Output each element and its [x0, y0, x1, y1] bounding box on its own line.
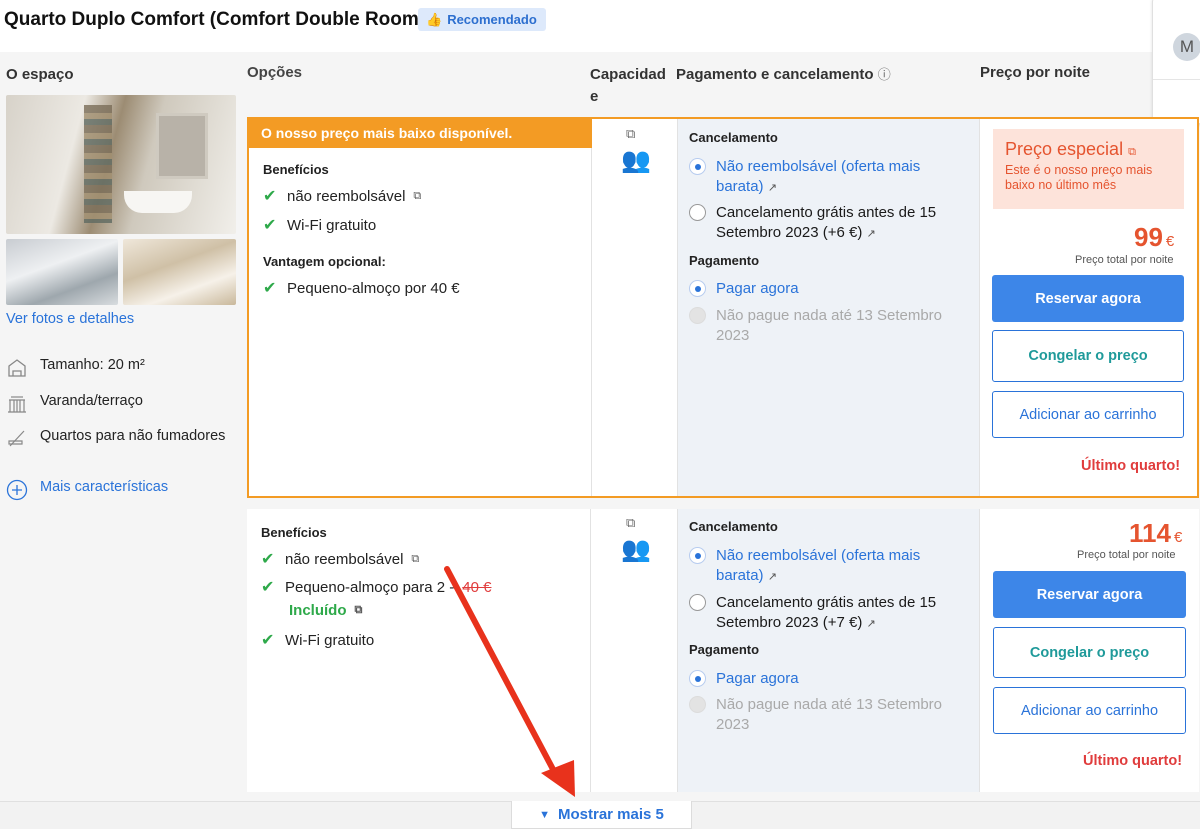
- caret-down-icon: ▼: [539, 808, 550, 821]
- old-price: 40 €: [462, 578, 492, 596]
- room-header: Quarto Duplo Comfort (Comfort Double Roo…: [0, 0, 1200, 52]
- radio-selected[interactable]: [689, 158, 706, 175]
- benefit-item: ✔ Wi-Fi gratuito: [263, 216, 377, 235]
- no-smoking-icon: [6, 427, 28, 449]
- column-header-capacity: Capacidad e: [590, 66, 666, 105]
- room-title: Quarto Duplo Comfort (Comfort Double Roo…: [4, 9, 426, 30]
- check-icon: ✔: [261, 551, 275, 568]
- payment-header: Pagamento: [689, 253, 760, 268]
- add-to-cart-button[interactable]: Adicionar ao carrinho: [992, 391, 1184, 438]
- popup-icon[interactable]: ⧉: [411, 553, 419, 566]
- room-photo-thumb[interactable]: [123, 239, 236, 305]
- room-photo-main[interactable]: [6, 95, 236, 234]
- check-icon: ✔: [261, 632, 275, 649]
- cancel-option-free[interactable]: Cancelamento grátis antes de 15 Setembro…: [689, 203, 969, 244]
- lowest-price-banner: O nosso preço mais baixo disponível.: [249, 119, 592, 148]
- two-persons-icon: 👥: [621, 147, 651, 174]
- optional-item[interactable]: ✔ Pequeno-almoço por 40 €: [263, 278, 460, 298]
- recommended-label: Recomendado: [447, 12, 537, 27]
- column-header-options: Opções: [247, 64, 303, 81]
- size-icon: [6, 357, 28, 379]
- two-persons-icon: 👥: [621, 536, 651, 563]
- benefit-item: ✔ Pequeno-almoço para 2 - 40 €: [261, 578, 492, 597]
- reserve-now-button[interactable]: Reservar agora: [993, 571, 1186, 618]
- radio-disabled: [689, 696, 706, 713]
- recommended-badge: 👍 Recomendado: [418, 8, 546, 31]
- radio-selected[interactable]: [689, 670, 706, 687]
- plus-circle-icon: [6, 479, 28, 501]
- check-icon: ✔: [263, 188, 277, 205]
- check-icon: ✔: [263, 217, 277, 234]
- user-panel: M: [1152, 0, 1200, 124]
- benefits-header: Benefícios: [261, 525, 327, 540]
- column-header-price: Preço por noite: [980, 64, 1091, 81]
- avatar[interactable]: M: [1173, 33, 1200, 61]
- reserve-now-button[interactable]: Reservar agora: [992, 275, 1184, 322]
- price-note: Preço total por noite: [1077, 549, 1176, 561]
- price-value: 114 €: [1129, 518, 1183, 548]
- radio-disabled: [689, 307, 706, 324]
- info-icon[interactable]: ⓘ: [878, 67, 891, 82]
- included-label: Incluído ⧉: [289, 602, 363, 619]
- show-more-button[interactable]: ▼ Mostrar mais 5: [511, 801, 692, 829]
- special-price-box: Preço especial ⧉ Este é o nosso preço ma…: [993, 129, 1184, 209]
- freeze-price-button[interactable]: Congelar o preço: [992, 330, 1184, 382]
- pay-now-option[interactable]: Pagar agora: [689, 669, 799, 689]
- pay-later-option: Não pague nada até 13 Setembro 2023: [689, 306, 969, 346]
- price-value: 99 €: [1134, 222, 1175, 252]
- photos-details-link[interactable]: Ver fotos e detalhes: [6, 311, 134, 327]
- thumbs-up-icon: 👍: [426, 11, 443, 27]
- add-to-cart-button[interactable]: Adicionar ao carrinho: [993, 687, 1186, 734]
- benefit-item: ✔ Wi-Fi gratuito: [261, 631, 375, 650]
- last-room-label: Último quarto!: [1081, 458, 1181, 474]
- cancellation-header: Cancelamento: [689, 130, 778, 145]
- last-room-label: Último quarto!: [1083, 753, 1183, 769]
- radio-unselected[interactable]: [689, 594, 706, 611]
- radio-selected[interactable]: [689, 547, 706, 564]
- popup-icon[interactable]: ⧉: [413, 190, 421, 203]
- popup-icon[interactable]: ⧉: [355, 604, 363, 617]
- cancellation-header: Cancelamento: [689, 519, 778, 534]
- popup-icon[interactable]: ⧉: [626, 126, 635, 142]
- popup-icon[interactable]: ⧉: [626, 515, 635, 531]
- pay-later-option: Não pague nada até 13 Setembro 2023: [689, 695, 969, 735]
- room-photo-thumb[interactable]: [6, 239, 118, 305]
- special-price-title: Preço especial: [1005, 139, 1124, 159]
- more-features-link[interactable]: Mais características: [6, 479, 168, 501]
- radio-selected[interactable]: [689, 280, 706, 297]
- special-price-desc: Este é o nosso preço mais baixo no últim…: [1005, 163, 1153, 192]
- check-icon: ✔: [263, 280, 277, 297]
- balcony-icon: [6, 393, 28, 415]
- cancel-option-nonrefundable[interactable]: Não reembolsável (oferta mais barata) ↗: [689, 546, 969, 587]
- feature-no-smoking: Quartos para não fumadores: [6, 427, 236, 449]
- payment-header: Pagamento: [689, 642, 760, 657]
- radio-unselected[interactable]: [689, 204, 706, 221]
- check-icon: ✔: [261, 579, 275, 596]
- price-note: Preço total por noite: [1075, 254, 1174, 266]
- column-header-payment: Pagamento e cancelamento ⓘ: [676, 66, 891, 83]
- popup-icon[interactable]: ⧉: [1128, 146, 1136, 158]
- benefit-item: ✔ não reembolsável ⧉: [261, 550, 420, 569]
- benefits-header: Benefícios: [263, 162, 329, 177]
- freeze-price-button[interactable]: Congelar o preço: [993, 627, 1186, 678]
- optional-header: Vantagem opcional:: [263, 254, 386, 269]
- column-header-space: O espaço: [6, 66, 74, 83]
- feature-size: Tamanho: 20 m²: [6, 357, 145, 379]
- benefit-item: ✔ não reembolsável ⧉: [263, 187, 422, 206]
- cancel-option-nonrefundable[interactable]: Não reembolsável (oferta mais barata) ↗: [689, 157, 969, 198]
- pay-now-option[interactable]: Pagar agora: [689, 279, 799, 299]
- feature-balcony: Varanda/terraço: [6, 393, 143, 415]
- cancel-option-free[interactable]: Cancelamento grátis antes de 15 Setembro…: [689, 593, 969, 634]
